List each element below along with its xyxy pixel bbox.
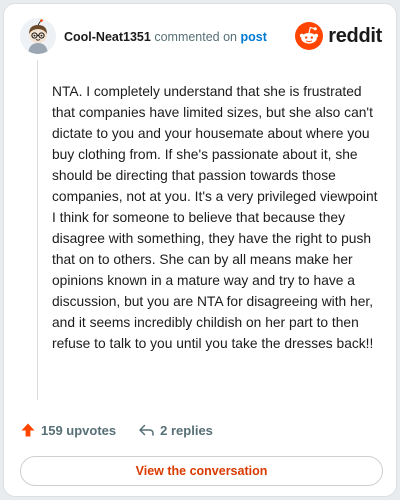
thread-line xyxy=(37,60,38,400)
username-link[interactable]: Cool-Neat1351 xyxy=(64,30,151,44)
upvote-count: 159 upvotes xyxy=(41,422,117,438)
reddit-wordmark: reddit xyxy=(328,24,382,47)
post-link[interactable]: post xyxy=(241,30,267,44)
reddit-logo-icon xyxy=(295,22,324,50)
snoo-avatar-icon xyxy=(20,18,56,54)
reply-arrow-icon xyxy=(139,424,154,436)
view-conversation-button[interactable]: View the conversation xyxy=(20,456,383,486)
reddit-logo[interactable]: reddit xyxy=(295,21,382,51)
comment-actions: 159 upvotes 2 replies xyxy=(20,418,213,442)
upvote-arrow-icon xyxy=(21,423,35,437)
user-avatar[interactable] xyxy=(20,18,56,54)
reply-count: 2 replies xyxy=(160,422,213,438)
comment-action-text: commented on xyxy=(154,30,238,44)
reply-button[interactable]: 2 replies xyxy=(138,422,213,438)
comment-card: Cool-Neat1351 commented on post reddit N… xyxy=(3,3,397,497)
comment-header: Cool-Neat1351 commented on post reddit xyxy=(20,18,382,58)
upvote-button[interactable]: 159 upvotes xyxy=(20,422,116,438)
comment-meta: Cool-Neat1351 commented on post xyxy=(64,29,267,45)
comment-body: NTA. I completely understand that she is… xyxy=(52,84,378,351)
